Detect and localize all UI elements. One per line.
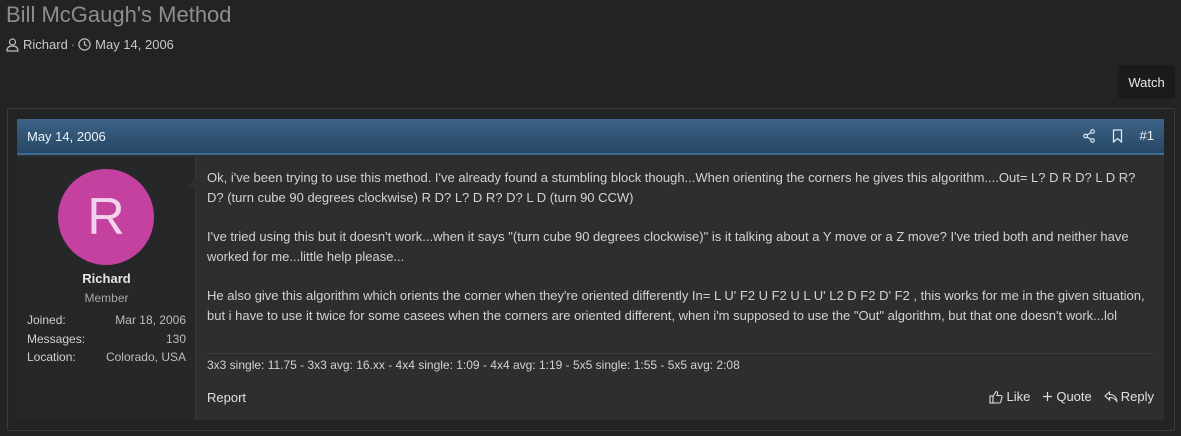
quote-label: Quote bbox=[1056, 389, 1092, 404]
stat-label: Location: bbox=[27, 350, 76, 364]
thread-title: Bill McGaugh's Method bbox=[6, 2, 232, 27]
post-number-link[interactable]: #1 bbox=[1140, 128, 1154, 143]
watch-button[interactable]: Watch bbox=[1118, 65, 1175, 99]
stat-value: Mar 18, 2006 bbox=[115, 313, 186, 327]
post-date-link[interactable]: May 14, 2006 bbox=[27, 129, 106, 144]
plus-icon bbox=[1042, 391, 1056, 402]
clock-icon bbox=[78, 38, 91, 51]
stat-messages: Messages: 130 bbox=[27, 332, 186, 351]
thumbs-up-icon bbox=[989, 390, 1006, 404]
stat-value: Colorado, USA bbox=[105, 350, 186, 364]
post-header: May 14, 2006 #1 bbox=[17, 119, 1164, 155]
meta-separator: · bbox=[70, 37, 76, 52]
message-paragraph: He also give this algorithm which orient… bbox=[207, 288, 1145, 323]
username-link[interactable]: Richard bbox=[17, 271, 196, 286]
like-label: Like bbox=[1006, 389, 1031, 404]
user-info-panel: R Richard Member Joined: Mar 18, 2006 Me… bbox=[17, 157, 197, 420]
reply-label: Reply bbox=[1120, 389, 1154, 404]
thread-author-link[interactable]: Richard bbox=[23, 37, 68, 52]
stat-joined: Joined: Mar 18, 2006 bbox=[27, 313, 186, 332]
message-paragraph: Ok, i've been trying to use this method.… bbox=[207, 170, 1136, 205]
thread-date-link[interactable]: May 14, 2006 bbox=[95, 37, 174, 52]
stat-label: Joined: bbox=[27, 313, 66, 327]
post-actions: Like Quote Reply bbox=[977, 389, 1154, 404]
user-icon bbox=[6, 37, 19, 52]
stat-label: Messages: bbox=[27, 331, 86, 346]
thread-meta: Richard · May 14, 2006 bbox=[6, 37, 174, 52]
message-arrow bbox=[189, 177, 197, 193]
signature: 3x3 single: 11.75 - 3x3 avg: 16.xx - 4x4… bbox=[207, 353, 1154, 372]
reply-button[interactable]: Reply bbox=[1103, 389, 1154, 404]
stat-value: 130 bbox=[165, 331, 186, 346]
user-title: Member bbox=[84, 291, 129, 305]
share-icon[interactable] bbox=[1082, 128, 1095, 143]
reply-arrow-icon bbox=[1103, 390, 1121, 403]
avatar[interactable]: R bbox=[58, 169, 154, 265]
quote-button[interactable]: Quote bbox=[1042, 389, 1092, 404]
stat-location: Location: Colorado, USA bbox=[27, 350, 186, 369]
message-paragraph: I've tried using this but it doesn't wor… bbox=[207, 229, 1129, 264]
bookmark-icon[interactable] bbox=[1112, 128, 1123, 143]
like-button[interactable]: Like bbox=[989, 389, 1030, 404]
message-body: Ok, i've been trying to use this method.… bbox=[207, 168, 1155, 326]
post: May 14, 2006 #1 R Richard Member Joined:… bbox=[17, 119, 1164, 420]
report-link[interactable]: Report bbox=[207, 390, 246, 405]
user-stats: Joined: Mar 18, 2006 Messages: 130 Locat… bbox=[27, 313, 186, 369]
post-header-actions: #1 bbox=[1082, 128, 1154, 143]
